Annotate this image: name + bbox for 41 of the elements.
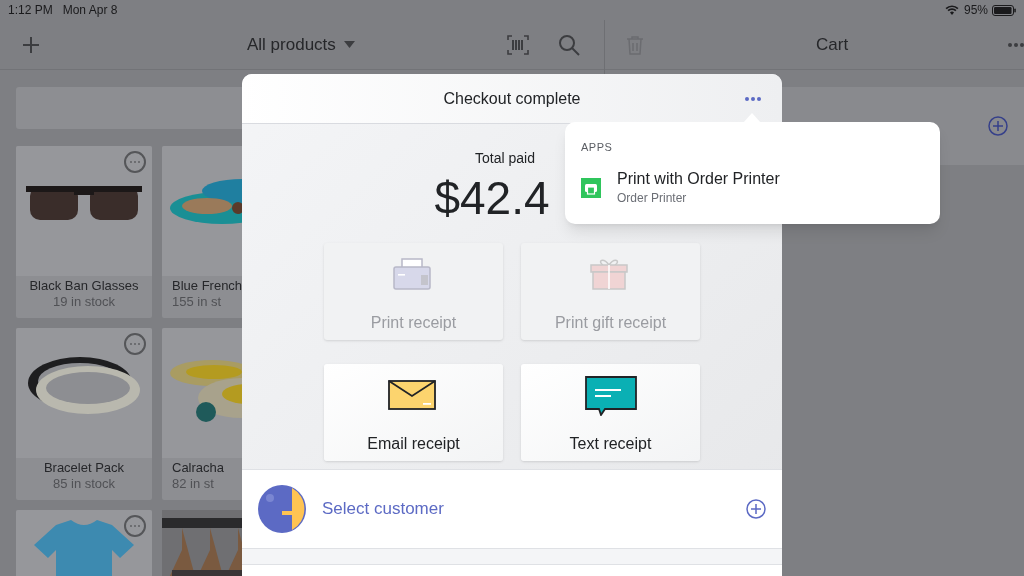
menu-item-title: Print with Order Printer <box>617 168 780 189</box>
receipt-option[interactable]: Email receipt <box>324 364 503 461</box>
search-button[interactable] <box>557 33 580 56</box>
product-card[interactable]: ⋯ Black Ban Glasses 19 in stock <box>16 146 152 318</box>
app-menu-item[interactable]: Print with Order Printer Order Printer <box>581 168 924 207</box>
status-time: 1:12 PM <box>8 2 53 19</box>
all-products-dropdown[interactable]: All products <box>247 31 355 58</box>
add-circle-icon[interactable] <box>988 116 1008 136</box>
cart-title: Cart <box>816 33 849 56</box>
product-name: Bracelet Pack <box>43 459 125 476</box>
product-name: Blue French <box>172 277 243 294</box>
stock-count: 82 in st <box>172 476 214 492</box>
total-amount: $42.4 <box>434 171 550 225</box>
menu-item-subtitle: Order Printer <box>617 189 688 207</box>
product-card[interactable]: ⋯ <box>16 510 152 576</box>
stock-count: 85 in stock <box>52 476 116 492</box>
select-customer-row[interactable]: Select customer <box>242 469 782 549</box>
section-header: APPS <box>581 140 614 155</box>
add-circle-icon[interactable] <box>746 499 766 519</box>
battery-percent: 95% <box>963 2 988 19</box>
product-card[interactable]: ⋯ Bracelet Pack 85 in stock <box>16 328 152 500</box>
more-button[interactable] <box>744 96 762 102</box>
product-name: Black Ban Glasses <box>29 277 139 294</box>
wifi-icon <box>944 4 959 16</box>
battery-icon <box>992 4 1016 16</box>
more-button[interactable]: ⋯ <box>124 515 146 537</box>
more-button[interactable] <box>1007 41 1024 48</box>
select-customer-label: Select customer <box>322 498 445 521</box>
more-button[interactable]: ⋯ <box>124 333 146 355</box>
more-button[interactable]: ⋯ <box>124 151 146 173</box>
avatar-icon <box>258 485 306 533</box>
barcode-scan-button[interactable] <box>506 34 529 55</box>
status-date: Mon Apr 8 <box>62 2 118 19</box>
total-label: Total paid <box>475 149 535 168</box>
dialog-title: Checkout complete <box>443 88 581 109</box>
receipt-option[interactable]: Text receipt <box>521 364 700 461</box>
stock-count: 19 in stock <box>52 294 116 310</box>
chat-bubble-icon <box>584 376 637 416</box>
caret-icon <box>343 41 355 48</box>
printer-icon <box>581 177 601 198</box>
product-name: Calracha <box>172 459 225 476</box>
